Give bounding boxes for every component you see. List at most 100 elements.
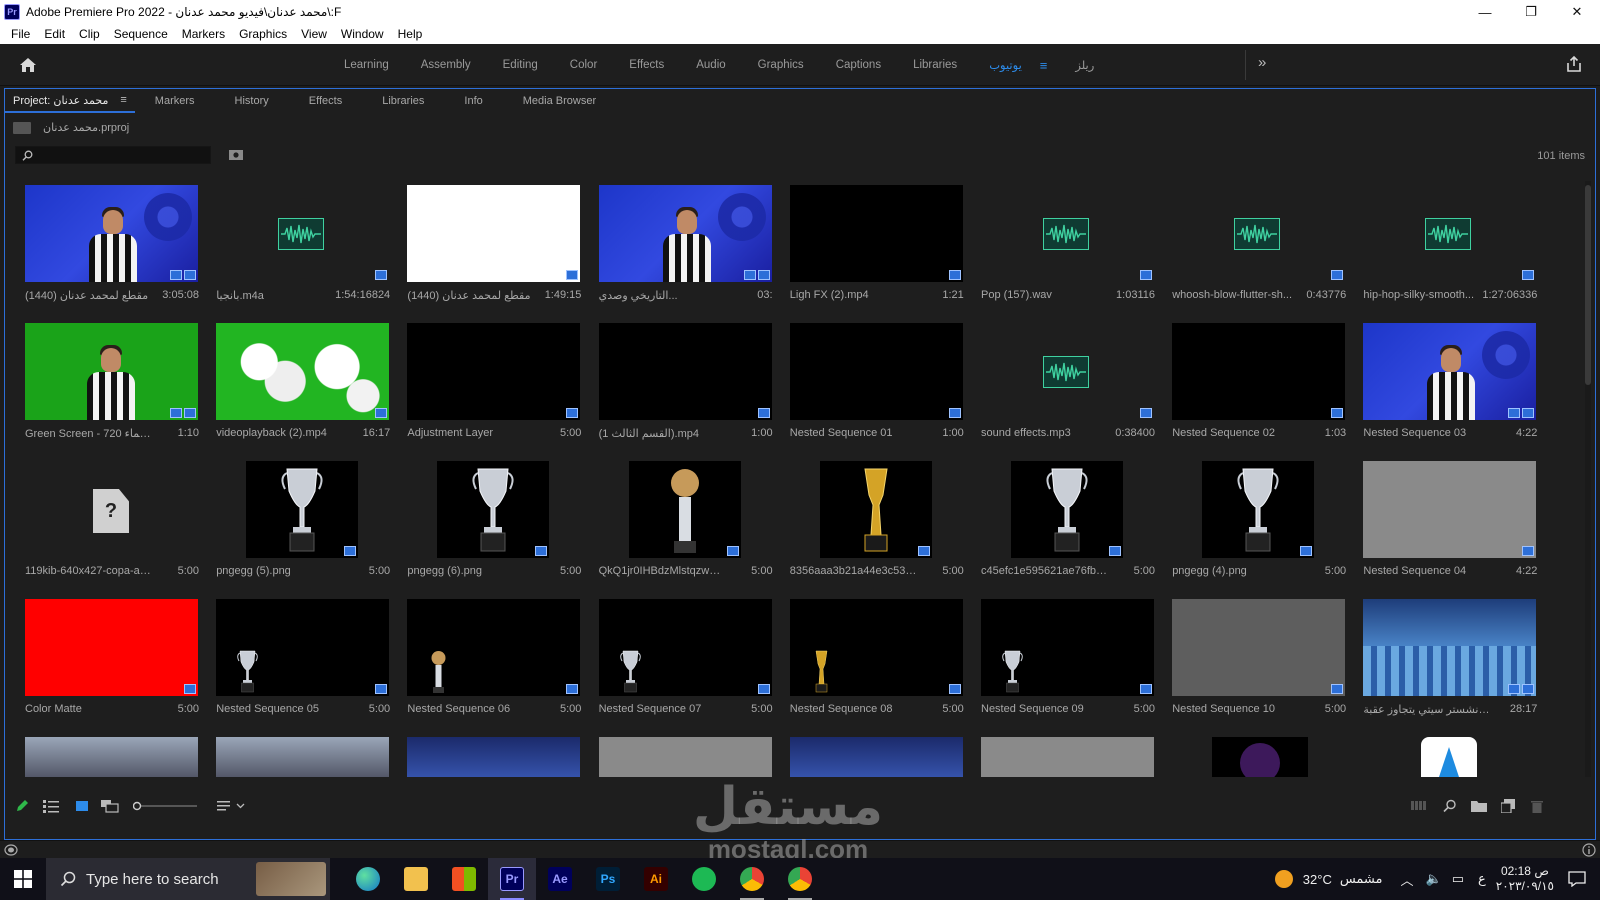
menu-sequence[interactable]: Sequence	[107, 27, 175, 41]
notifications-icon[interactable]	[1568, 871, 1586, 887]
bin-item[interactable]: pngegg (6).png 5:00	[397, 453, 588, 591]
bin-item[interactable]	[1162, 729, 1353, 777]
bin-item[interactable]: مقطع لمحمد عدنان (1440) 1:49:15	[397, 177, 588, 315]
bin-item-thumbnail[interactable]	[981, 599, 1154, 696]
bin-item[interactable]: التاريخي وصدي... 03:	[589, 177, 780, 315]
project-search-input[interactable]	[15, 146, 211, 164]
new-bin-icon[interactable]	[1471, 799, 1487, 813]
bin-item-thumbnail[interactable]	[981, 185, 1154, 282]
trash-icon[interactable]	[1531, 799, 1543, 813]
bin-item-thumbnail[interactable]	[1202, 461, 1315, 558]
workspace-tab-graphics[interactable]: Graphics	[742, 59, 820, 71]
taskbar-explorer[interactable]	[392, 858, 440, 900]
bin-item-thumbnail[interactable]	[789, 737, 963, 777]
bin-item[interactable]: ? 119kib-640x427-copa-amer... 5:00	[15, 453, 206, 591]
freeform-view-icon[interactable]	[101, 799, 119, 813]
bin-item-thumbnail[interactable]	[628, 461, 741, 558]
bin-item[interactable]	[971, 729, 1162, 777]
bin-item[interactable]: مانشستر سيتي يتجاوز عقبة |... 28:17	[1353, 591, 1544, 729]
tab-project[interactable]: Project: محمد عدنان ≡	[5, 89, 135, 113]
start-button[interactable]	[0, 858, 46, 900]
bin-item-thumbnail[interactable]	[1212, 737, 1309, 777]
tab-markers[interactable]: Markers	[135, 95, 215, 107]
menu-file[interactable]: File	[4, 27, 37, 41]
bin-item-thumbnail[interactable]	[216, 323, 390, 420]
bin-item[interactable]	[15, 729, 206, 777]
bin-item[interactable]: Nested Sequence 04 4:22	[1353, 453, 1544, 591]
bin-item[interactable]: sound effects.mp3 0:38400	[971, 315, 1162, 453]
bin-item[interactable]	[206, 729, 397, 777]
home-icon[interactable]	[18, 55, 38, 75]
bin-item-thumbnail[interactable]	[216, 185, 389, 282]
workspace-tab-color[interactable]: Color	[554, 59, 613, 71]
tab-info[interactable]: Info	[444, 95, 502, 107]
bin-item[interactable]: whoosh-blow-flutter-sh... 0:43776	[1162, 177, 1353, 315]
weather-label[interactable]: مشمس	[1340, 871, 1383, 887]
workspace-tab-captions[interactable]: Captions	[820, 59, 897, 71]
workspace-tab-reels[interactable]: ريلز	[1059, 58, 1110, 72]
bin-item-thumbnail[interactable]	[819, 461, 932, 558]
taskbar-chrome[interactable]	[728, 858, 776, 900]
bin-item[interactable]: c45efc1e595621ae76fb6d1e... 5:00	[971, 453, 1162, 591]
bin-item[interactable]: hip-hop-silky-smooth... 1:27:06336	[1353, 177, 1544, 315]
bin-item-thumbnail[interactable]	[1172, 323, 1346, 420]
taskbar-search-input[interactable]: Type here to search	[46, 858, 330, 900]
bin-item-thumbnail[interactable]	[1421, 737, 1478, 777]
bin-item-thumbnail[interactable]	[25, 323, 198, 420]
tab-media-browser[interactable]: Media Browser	[503, 95, 616, 107]
tab-history[interactable]: History	[215, 95, 289, 107]
menu-graphics[interactable]: Graphics	[232, 27, 294, 41]
bin-item-thumbnail[interactable]	[598, 599, 772, 696]
bin-item-thumbnail[interactable]	[407, 323, 581, 420]
tab-libraries[interactable]: Libraries	[362, 95, 444, 107]
bin-item-thumbnail[interactable]	[981, 737, 1154, 777]
workspace-tab-libraries[interactable]: Libraries	[897, 59, 973, 71]
menu-view[interactable]: View	[294, 27, 334, 41]
new-item-icon[interactable]	[1501, 799, 1515, 813]
maximize-button[interactable]: ❐	[1508, 0, 1554, 24]
bin-item[interactable]: videoplayback (2).mp4 16:17	[206, 315, 397, 453]
tab-effects[interactable]: Effects	[289, 95, 362, 107]
menu-clip[interactable]: Clip	[72, 27, 107, 41]
bin-item[interactable]: Nested Sequence 07 5:00	[589, 591, 780, 729]
bin-item-thumbnail[interactable]	[789, 599, 963, 696]
bin-item-thumbnail[interactable]	[1363, 599, 1537, 696]
bin-item[interactable]: Nested Sequence 01 1:00	[780, 315, 971, 453]
bin-item[interactable]: (القسم الثالث 1).mp4 1:00	[589, 315, 780, 453]
bin-item[interactable]: مقطع لمحمد عدنان (1440) 3:05:08	[15, 177, 206, 315]
taskbar-premiere[interactable]: Pr	[488, 858, 536, 900]
bin-item[interactable]: 8356aaa3b21a44e3c5323c0... 5:00	[780, 453, 971, 591]
bin-item[interactable]: بانجيا.m4a 1:54:16824	[206, 177, 397, 315]
workspace-tab-audio[interactable]: Audio	[680, 59, 741, 71]
bin-item[interactable]: Nested Sequence 09 5:00	[971, 591, 1162, 729]
more-workspaces-icon[interactable]: »	[1258, 54, 1266, 71]
bin-item[interactable]: Color Matte 5:00	[15, 591, 206, 729]
bin-item-thumbnail[interactable]	[598, 323, 772, 420]
taskbar-illustrator[interactable]: Ai	[632, 858, 680, 900]
bin-item-thumbnail[interactable]	[1363, 185, 1536, 282]
scrollbar-thumb[interactable]	[1585, 185, 1591, 385]
bin-item[interactable]	[589, 729, 780, 777]
menu-window[interactable]: Window	[334, 27, 391, 41]
sort-icons-icon[interactable]	[217, 799, 247, 813]
menu-edit[interactable]: Edit	[37, 27, 72, 41]
bin-item-thumbnail[interactable]	[789, 185, 963, 282]
bin-item[interactable]: Ligh FX (2).mp4 1:21	[780, 177, 971, 315]
bin-item[interactable]: Green Screen - 720 السماء... 1:10	[15, 315, 206, 453]
automate-to-sequence-icon[interactable]	[1411, 799, 1427, 811]
chevron-up-icon[interactable]: ︿	[1401, 870, 1414, 889]
bin-item-thumbnail[interactable]	[407, 185, 581, 282]
list-view-icon[interactable]	[43, 799, 59, 813]
bin-item[interactable]	[1353, 729, 1544, 777]
zoom-slider[interactable]	[133, 799, 199, 813]
bin-item-thumbnail[interactable]	[25, 185, 198, 282]
bin-item-thumbnail[interactable]	[25, 599, 198, 696]
pencil-icon[interactable]	[15, 799, 29, 813]
panel-menu-icon[interactable]: ≡	[120, 94, 126, 106]
bin-item[interactable]: Nested Sequence 06 5:00	[397, 591, 588, 729]
bin-item-thumbnail[interactable]	[407, 737, 581, 777]
taskbar-chrome-2[interactable]	[776, 858, 824, 900]
workspace-tab-editing[interactable]: Editing	[487, 59, 554, 71]
info-icon[interactable]	[1582, 843, 1596, 857]
volume-icon[interactable]: 🔈	[1426, 871, 1442, 887]
